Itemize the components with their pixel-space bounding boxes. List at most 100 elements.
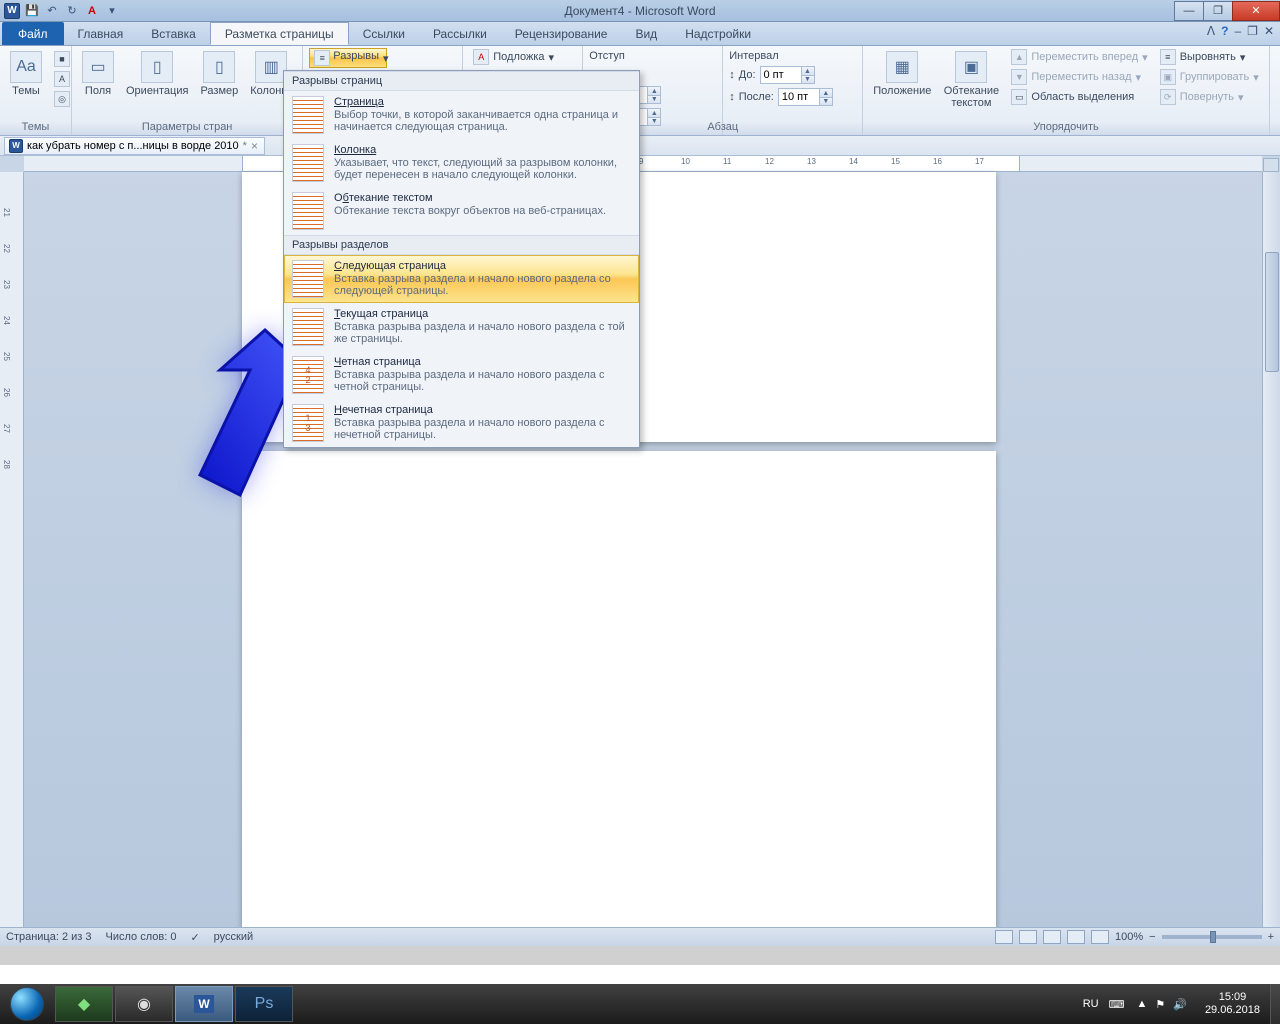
inner-close-icon[interactable]: ✕ [1264,24,1274,38]
taskbar-chrome[interactable]: ◉ [115,986,173,1022]
rotate-button[interactable]: ⟳Повернуть ▾ [1156,88,1263,106]
wrap-text-button[interactable]: ▣Обтекание текстом [939,48,1003,112]
save-icon[interactable]: 💾 [24,3,40,19]
ribbon-tabs: Файл Главная Вставка Разметка страницы С… [0,22,1280,46]
document-tabs: W как убрать номер с п...ницы в ворде 20… [0,136,1280,156]
word-count-status[interactable]: Число слов: 0 [106,931,177,943]
dd-item-text-wrap[interactable]: Обтекание текстомОбтекание текста вокруг… [284,187,639,235]
tab-insert[interactable]: Вставка [137,22,210,45]
tray-arrow-icon[interactable]: ▲ [1136,998,1147,1011]
vertical-ruler[interactable]: 2122232425262728 [0,172,24,929]
bring-forward-icon: ▲ [1011,49,1027,65]
fullscreen-view-icon[interactable] [1019,930,1037,944]
web-layout-view-icon[interactable] [1043,930,1061,944]
tray-flag-icon[interactable]: ⚑ [1155,998,1165,1011]
themes-button[interactable]: AaТемы [6,48,46,100]
word-doc-icon: W [9,139,23,153]
theme-fonts-icon[interactable]: A [50,70,74,88]
margins-icon: ▭ [82,51,114,83]
scrollbar-thumb[interactable] [1265,252,1279,372]
orientation-icon: ▯ [141,51,173,83]
close-doc-icon[interactable]: × [251,139,258,153]
draft-view-icon[interactable] [1091,930,1109,944]
tray-language[interactable]: RU [1077,998,1105,1010]
theme-colors-icon[interactable]: ■ [50,50,74,68]
spacing-before-spinbox[interactable]: ▲▼ [760,66,815,84]
tab-mailings[interactable]: Рассылки [419,22,501,45]
minimize-button[interactable]: — [1174,1,1204,21]
tab-home[interactable]: Главная [64,22,138,45]
tray-volume-icon[interactable]: 🔊 [1173,998,1187,1011]
tab-page-layout[interactable]: Разметка страницы [210,22,349,45]
tab-view[interactable]: Вид [621,22,671,45]
breaks-button[interactable]: ≡Разрывы▾ [309,48,387,68]
position-button[interactable]: ▦Положение [869,48,935,100]
theme-effects-icon[interactable]: ◎ [50,90,74,108]
send-backward-icon: ▼ [1011,69,1027,85]
outline-view-icon[interactable] [1067,930,1085,944]
maximize-button[interactable]: ❐ [1203,1,1233,21]
watermark-button[interactable]: AПодложка ▾ [469,48,558,66]
dd-item-even-page[interactable]: 42Четная страницаВставка разрыва раздела… [284,351,639,399]
send-backward-button[interactable]: ▼Переместить назад ▾ [1007,68,1151,86]
align-icon: ≡ [1160,49,1176,65]
dd-section-section-breaks: Разрывы разделов [284,235,639,255]
tab-review[interactable]: Рецензирование [501,22,622,45]
tray-clock[interactable]: 15:0929.06.2018 [1195,991,1270,1017]
next-page-icon [292,260,324,298]
inner-restore-icon[interactable]: ❐ [1247,24,1258,38]
redo-icon[interactable]: ↻ [64,3,80,19]
ribbon: AaТемы ■ A ◎ Темы ▭Поля ▯Ориентация ▯Раз… [0,46,1280,136]
collapse-ribbon-icon[interactable]: ᐱ [1207,24,1215,38]
tab-references[interactable]: Ссылки [349,22,419,45]
document-tab[interactable]: W как убрать номер с п...ницы в ворде 20… [4,137,265,155]
taskbar-word[interactable]: W [175,986,233,1022]
print-layout-view-icon[interactable] [995,930,1013,944]
dd-item-page[interactable]: СтраницаВыбор точки, в которой заканчива… [284,91,639,139]
help-icon[interactable]: ? [1221,24,1228,38]
word-icon: W [4,3,20,19]
show-desktop-button[interactable] [1270,984,1280,1024]
position-icon: ▦ [886,51,918,83]
dd-item-continuous[interactable]: Текущая страницаВставка разрыва раздела … [284,303,639,351]
document-page-2[interactable] [242,451,996,929]
taskbar-app-1[interactable]: ◆ [55,986,113,1022]
horizontal-ruler[interactable]: 1234567891011121314151617 [24,156,1262,172]
zoom-level[interactable]: 100% [1115,931,1143,943]
page-status[interactable]: Страница: 2 из 3 [6,931,92,943]
start-button[interactable] [0,984,54,1024]
dropdown-arrow-icon: ▾ [383,52,389,65]
file-tab[interactable]: Файл [2,22,64,45]
selection-pane-button[interactable]: ▭Область выделения [1007,88,1151,106]
zoom-out-button[interactable]: − [1149,931,1155,943]
orientation-button[interactable]: ▯Ориентация [122,48,192,100]
rotate-icon: ⟳ [1160,89,1176,105]
margins-button[interactable]: ▭Поля [78,48,118,100]
bring-forward-button[interactable]: ▲Переместить вперед ▾ [1007,48,1151,66]
indent-label: Отступ [589,50,625,62]
font-color-icon[interactable]: A [84,3,100,19]
align-button[interactable]: ≡Выровнять ▾ [1156,48,1263,66]
qat-dropdown-icon[interactable]: ▾ [104,3,120,19]
dd-item-column[interactable]: КолонкаУказывает, что текст, следующий з… [284,139,639,187]
view-ruler-toggle[interactable] [1263,158,1279,172]
vertical-scrollbar[interactable] [1262,172,1280,929]
undo-icon[interactable]: ↶ [44,3,60,19]
size-button[interactable]: ▯Размер [196,48,242,100]
tab-addins[interactable]: Надстройки [671,22,765,45]
zoom-in-button[interactable]: + [1268,931,1274,943]
close-button[interactable]: ✕ [1232,1,1280,21]
proofing-icon[interactable]: ✓ [190,931,199,944]
dd-item-next-page[interactable]: Следующая страницаВставка разрыва раздел… [284,255,639,303]
language-status[interactable]: русский [214,931,253,943]
zoom-slider[interactable] [1162,935,1262,939]
tray-keyboard-icon[interactable]: ⌨ [1105,998,1129,1011]
dd-item-odd-page[interactable]: 13Нечетная страницаВставка разрыва разде… [284,399,639,447]
inner-minimize-icon[interactable]: – [1234,24,1241,38]
group-button[interactable]: ▣Группировать ▾ [1156,68,1263,86]
taskbar-photoshop[interactable]: Ps [235,986,293,1022]
spacing-after-spinbox[interactable]: ▲▼ [778,88,833,106]
breaks-icon: ≡ [314,50,330,66]
group-themes-label: Темы [6,119,65,135]
continuous-icon [292,308,324,346]
